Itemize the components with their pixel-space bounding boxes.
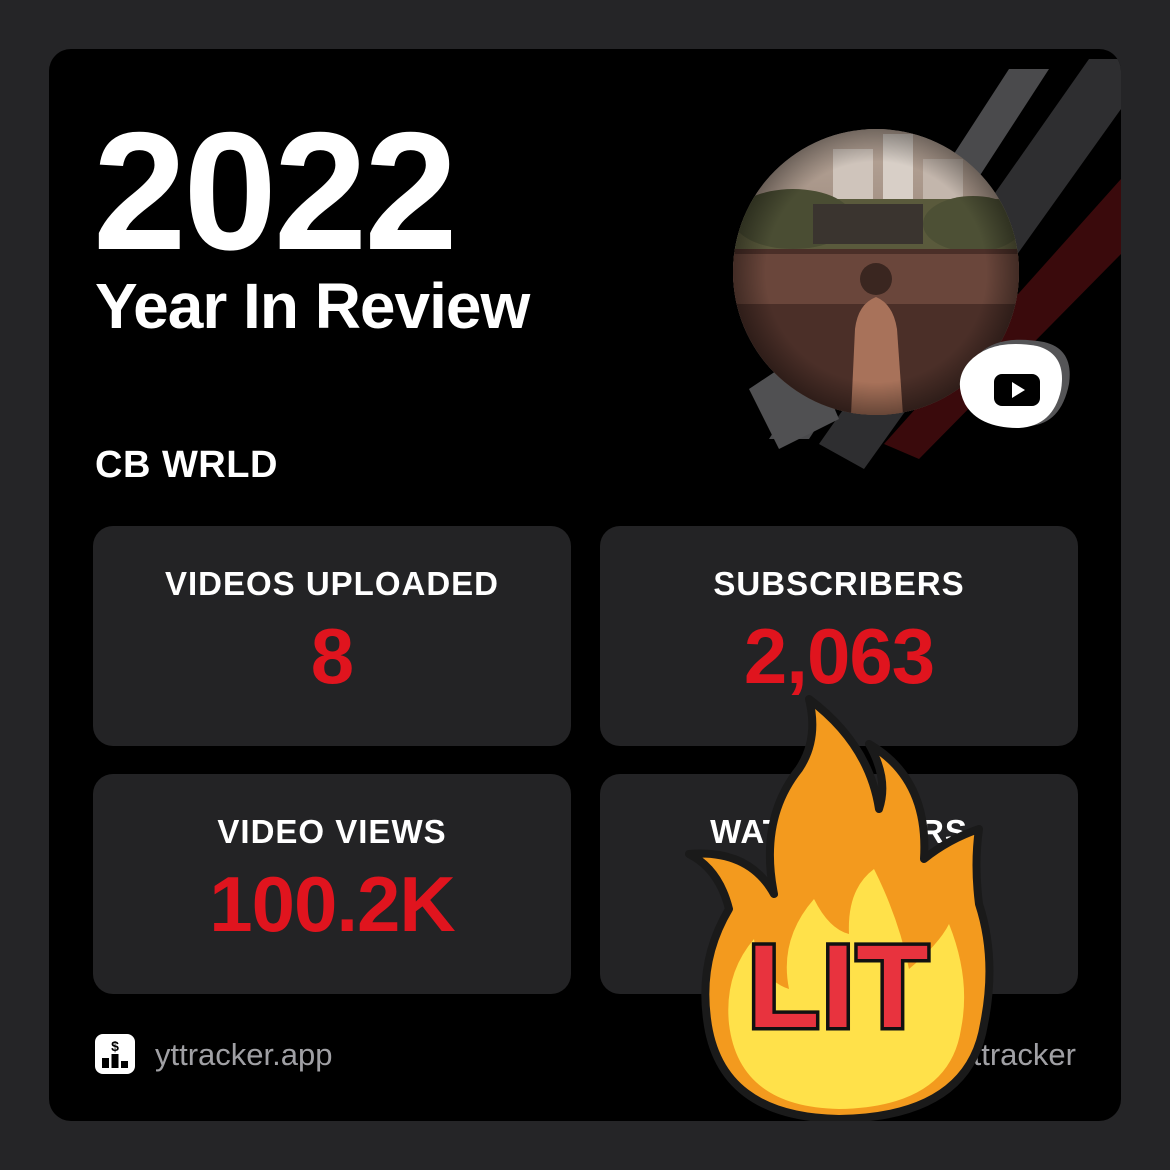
- channel-name: CB WRLD: [95, 444, 278, 486]
- flame-icon: [685, 695, 994, 1121]
- lit-text: LIT: [744, 921, 932, 1053]
- year-title: 2022: [93, 97, 458, 285]
- page-subtitle: Year In Review: [95, 270, 530, 342]
- stat-value: 2,063: [743, 612, 935, 700]
- stat-videos-uploaded: VIDEOS UPLOADED 8: [93, 526, 571, 746]
- year-review-card: 2022 Year In Review CB WRLD VIDEOS UPLOA…: [49, 49, 1121, 1121]
- youtube-play-icon: [959, 339, 1070, 428]
- stat-value: 8: [310, 612, 354, 700]
- stat-label: VIDEOS UPLOADED: [164, 565, 500, 602]
- chart-dollar-icon: $: [95, 1034, 135, 1074]
- stat-video-views: VIDEO VIEWS 100.2K: [93, 774, 571, 994]
- stat-label: SUBSCRIBERS: [713, 565, 965, 602]
- svg-text:$: $: [111, 1038, 119, 1054]
- stat-value: 100.2K: [209, 860, 456, 948]
- lit-sticker: LIT: [679, 689, 999, 1121]
- footer-site-link[interactable]: yttracker.app: [155, 1035, 332, 1075]
- stat-label: VIDEO VIEWS: [217, 813, 447, 850]
